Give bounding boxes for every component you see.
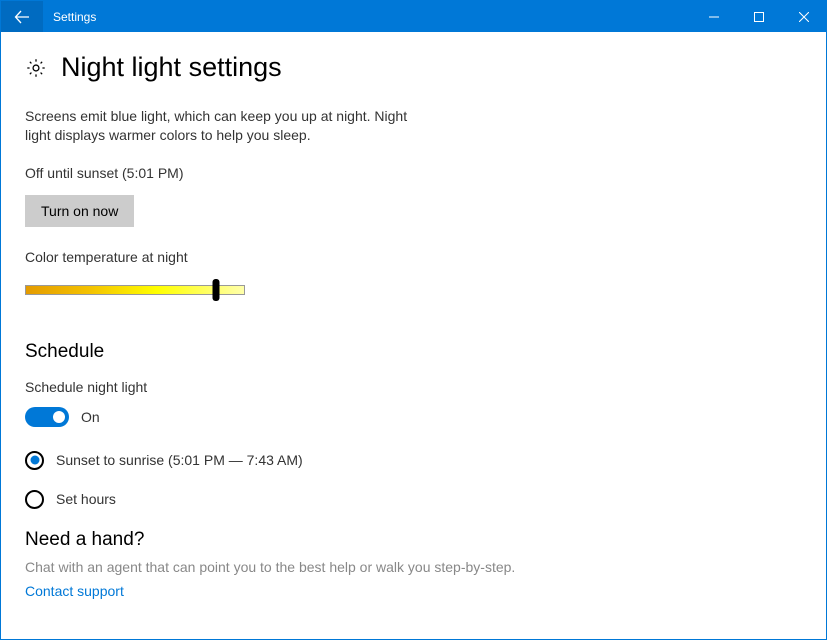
minimize-button[interactable]: [691, 1, 736, 32]
status-text: Off until sunset (5:01 PM): [25, 165, 802, 181]
page-content: Night light settings Screens emit blue l…: [1, 32, 826, 621]
minimize-icon: [709, 12, 719, 22]
radio-button-icon: [25, 490, 44, 509]
back-arrow-icon: [14, 9, 30, 25]
radio-set-hours[interactable]: Set hours: [25, 490, 802, 509]
window-titlebar: Settings: [1, 1, 826, 32]
page-description: Screens emit blue light, which can keep …: [25, 107, 425, 145]
toggle-state-label: On: [81, 409, 100, 425]
slider-thumb[interactable]: [213, 279, 220, 301]
app-title: Settings: [43, 1, 691, 32]
maximize-icon: [754, 12, 764, 22]
close-icon: [799, 12, 809, 22]
radio-button-icon: [25, 451, 44, 470]
color-temp-label: Color temperature at night: [25, 249, 802, 265]
turn-on-now-button[interactable]: Turn on now: [25, 195, 134, 227]
maximize-button[interactable]: [736, 1, 781, 32]
radio-sunset-to-sunrise[interactable]: Sunset to sunrise (5:01 PM — 7:43 AM): [25, 451, 802, 470]
toggle-knob: [53, 411, 65, 423]
radio-label: Sunset to sunrise (5:01 PM — 7:43 AM): [56, 452, 303, 468]
help-description: Chat with an agent that can point you to…: [25, 559, 802, 575]
contact-support-link[interactable]: Contact support: [25, 583, 124, 599]
radio-label: Set hours: [56, 491, 116, 507]
schedule-heading: Schedule: [25, 341, 802, 363]
close-button[interactable]: [781, 1, 826, 32]
color-temp-slider[interactable]: [25, 279, 245, 299]
window-controls: [691, 1, 826, 32]
page-title: Night light settings: [61, 52, 282, 83]
schedule-toggle-row: On: [25, 407, 802, 427]
help-heading: Need a hand?: [25, 529, 802, 551]
back-button[interactable]: [1, 1, 43, 32]
schedule-toggle[interactable]: [25, 407, 69, 427]
page-header: Night light settings: [25, 52, 802, 83]
gear-icon: [25, 57, 47, 79]
schedule-toggle-label: Schedule night light: [25, 379, 802, 395]
